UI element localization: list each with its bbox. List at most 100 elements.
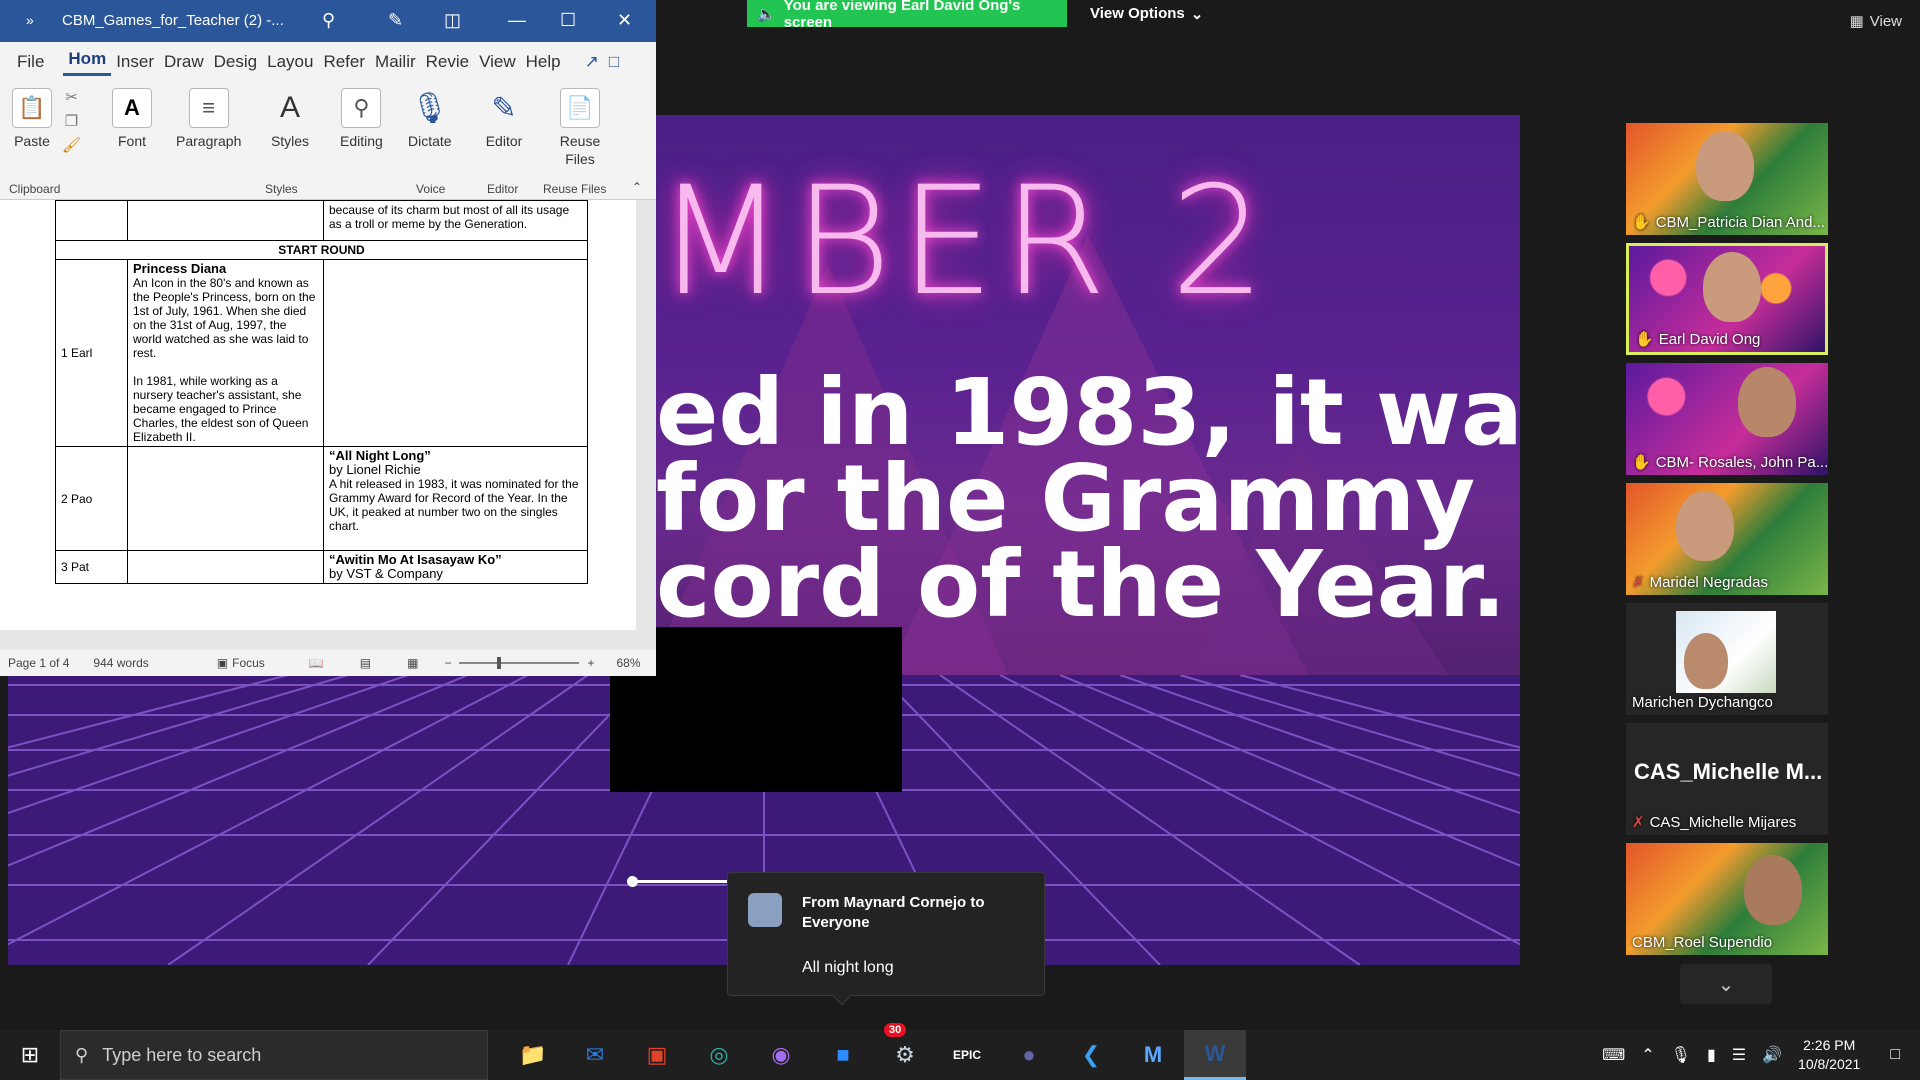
- video-progress-handle[interactable]: [627, 876, 638, 887]
- paragraph-icon: ≡: [188, 88, 229, 128]
- tab-view[interactable]: View: [474, 52, 521, 72]
- comments-icon[interactable]: □: [604, 52, 624, 72]
- web-layout-icon[interactable]: ▦: [407, 656, 418, 670]
- slide-line: ed in 1983, it was: [656, 359, 1520, 466]
- scroll-down-button[interactable]: ⌄: [1680, 964, 1772, 1004]
- tab-help[interactable]: Help: [521, 52, 566, 72]
- office-icon[interactable]: ▣: [626, 1030, 688, 1080]
- answer-text: A hit released in 1983, it was nominated…: [329, 477, 579, 533]
- answer-title: “Awitin Mo At Isasayaw Ko”: [329, 552, 502, 567]
- group-editor: Editor: [487, 182, 519, 196]
- participant-tile[interactable]: Marichen Dychangco: [1626, 603, 1828, 715]
- reuse-files-button[interactable]: 📄 Reuse Files: [556, 88, 604, 168]
- participant-tile[interactable]: CAS_Michelle M... ✗ CAS_Michelle Mijares: [1626, 723, 1828, 835]
- participant-tile-active-speaker[interactable]: ✋ Earl David Ong: [1626, 243, 1828, 355]
- paragraph-button[interactable]: ≡ Paragraph: [176, 88, 241, 150]
- hand-icon: ✋: [1635, 331, 1654, 348]
- view-options-button[interactable]: View Options ⌄: [1090, 0, 1203, 27]
- keyboard-icon[interactable]: ⌨: [1602, 1045, 1625, 1065]
- share-icon[interactable]: ↗: [580, 52, 604, 72]
- action-center-icon[interactable]: □: [1890, 1046, 1900, 1064]
- print-layout-icon[interactable]: ▤: [360, 656, 371, 670]
- word-app-icon[interactable]: W: [1184, 1030, 1246, 1080]
- viewing-banner: 🔈 You are viewing Earl David Ong's scree…: [747, 0, 1067, 31]
- tab-references[interactable]: Refer: [318, 52, 370, 72]
- styles-button[interactable]: A Styles: [270, 88, 310, 150]
- zoom-in-icon[interactable]: +: [587, 656, 594, 670]
- word-count[interactable]: 944 words: [93, 656, 148, 670]
- chevron-up-icon[interactable]: ⌃: [1641, 1045, 1654, 1065]
- table-row: START ROUND: [55, 240, 588, 260]
- page-count[interactable]: Page 1 of 4: [8, 656, 69, 670]
- styles-icon: A: [279, 91, 300, 124]
- wifi-icon[interactable]: ☰: [1732, 1045, 1746, 1065]
- paste-button[interactable]: 📋 Paste: [12, 88, 52, 150]
- participant-video: [1696, 131, 1754, 201]
- cut-icon[interactable]: ✂: [65, 88, 78, 106]
- participant-tile[interactable]: CBM_Roel Supendio: [1626, 843, 1828, 955]
- windows-start-icon[interactable]: ⊞: [0, 1030, 60, 1080]
- teams-icon[interactable]: ●: [998, 1030, 1060, 1080]
- close-icon[interactable]: ✕: [617, 10, 632, 31]
- steam-icon[interactable]: ⚙: [874, 1030, 936, 1080]
- format-painter-icon[interactable]: 🖌: [62, 136, 81, 154]
- ribbon: 📋 Paste ✂ ❐ 🖌 A Font ≡ Paragraph A Style…: [0, 82, 656, 200]
- slide-line: for the Grammy: [656, 445, 1476, 552]
- tab-insert[interactable]: Inser: [111, 52, 159, 72]
- focus-button[interactable]: Focus: [232, 656, 265, 670]
- battery-icon[interactable]: ▮: [1707, 1045, 1716, 1065]
- tab-mailings[interactable]: Mailir: [370, 52, 421, 72]
- zoom-slider-handle[interactable]: [497, 657, 502, 669]
- tab-review[interactable]: Revie: [421, 52, 474, 72]
- pen-icon[interactable]: ✎: [388, 10, 403, 31]
- microphone-icon[interactable]: 🎙: [1671, 1045, 1691, 1065]
- copy-icon[interactable]: ❐: [65, 112, 78, 130]
- word-status-bar: Page 1 of 4 944 words ▣ Focus 📖 ▤ ▦ − + …: [0, 650, 656, 676]
- expand-icon[interactable]: »: [26, 12, 34, 28]
- read-mode-icon[interactable]: 📖: [309, 656, 324, 670]
- focus-icon[interactable]: ▣: [217, 656, 228, 670]
- ribbon-display-icon[interactable]: ◫: [444, 10, 461, 31]
- sender-avatar: [748, 893, 782, 927]
- collapse-ribbon-icon[interactable]: ⌃: [632, 180, 642, 194]
- zoom-out-icon[interactable]: −: [444, 656, 451, 670]
- clue-cell: Princess Diana An Icon in the 80's and k…: [127, 259, 324, 447]
- editor-button[interactable]: ✎ Editor: [484, 88, 524, 150]
- search-icon[interactable]: ⚲: [322, 10, 335, 31]
- font-label: Font: [117, 133, 146, 149]
- file-explorer-icon[interactable]: 📁: [502, 1030, 564, 1080]
- chat-message: All night long: [802, 959, 894, 976]
- document-area[interactable]: because of its charm but most of all its…: [0, 200, 656, 650]
- maximize-icon[interactable]: ☐: [560, 10, 576, 31]
- messenger-icon[interactable]: ◉: [750, 1030, 812, 1080]
- participant-tile[interactable]: ✋ CBM- Rosales, John Pa...: [1626, 363, 1828, 475]
- participant-tile[interactable]: ✗ Maridel Negradas: [1626, 483, 1828, 595]
- tab-draw[interactable]: Draw: [159, 52, 209, 72]
- taskbar-search[interactable]: ⚲ Type here to search: [60, 1030, 488, 1080]
- participant-name-text: CAS_Michelle Mijares: [1649, 813, 1797, 831]
- font-button[interactable]: A Font: [112, 88, 152, 150]
- tab-home[interactable]: Hom: [63, 49, 112, 76]
- tab-layout[interactable]: Layou: [262, 52, 318, 72]
- maps-app-icon[interactable]: M: [1122, 1030, 1184, 1080]
- zoom-level[interactable]: 68%: [616, 656, 640, 670]
- video-progress-track[interactable]: [632, 880, 732, 883]
- tab-design[interactable]: Desig: [209, 52, 262, 72]
- taskbar-clock[interactable]: 2:26 PM 10/8/2021: [1798, 1036, 1860, 1074]
- chat-notification[interactable]: From Maynard Cornejo to Everyone All nig…: [727, 872, 1045, 1006]
- mail-icon[interactable]: ✉: [564, 1030, 626, 1080]
- zoom-icon[interactable]: ■: [812, 1030, 874, 1080]
- tab-file[interactable]: File: [12, 52, 49, 72]
- editing-button[interactable]: ⚲ Editing: [340, 88, 383, 150]
- participant-name: CBM_Roel Supendio: [1632, 934, 1772, 951]
- epic-games-icon[interactable]: EPIC: [936, 1030, 998, 1080]
- volume-icon[interactable]: 🔊: [1762, 1045, 1782, 1065]
- participant-tile[interactable]: ✋ CBM_Patricia Dian And...: [1626, 123, 1828, 235]
- edge-icon[interactable]: ◎: [688, 1030, 750, 1080]
- vscode-icon[interactable]: ❮: [1060, 1030, 1122, 1080]
- view-button[interactable]: ▦ View: [1850, 12, 1902, 31]
- dictate-button[interactable]: 🎙 Dictate: [408, 88, 452, 150]
- search-placeholder: Type here to search: [102, 1044, 262, 1065]
- zoom-slider[interactable]: [459, 657, 580, 669]
- minimize-icon[interactable]: —: [508, 10, 526, 31]
